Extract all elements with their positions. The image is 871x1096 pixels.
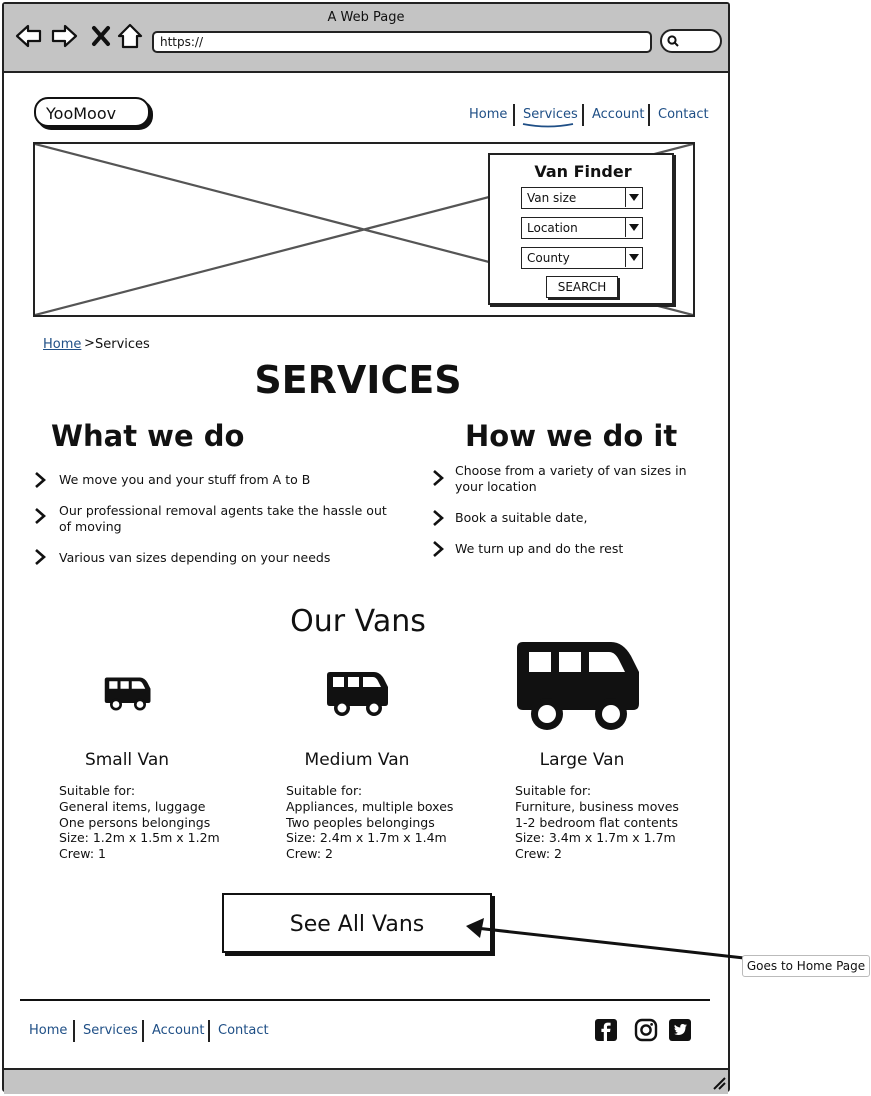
footer-nav-divider — [208, 1020, 210, 1042]
forward-arrow-icon[interactable] — [51, 22, 79, 50]
van-details-small: Suitable for: General items, luggage One… — [59, 783, 220, 862]
what-we-do-heading: What we do — [51, 419, 245, 453]
facebook-icon[interactable] — [594, 1018, 618, 1042]
county-select[interactable]: County — [521, 247, 643, 269]
chevron-right-icon — [433, 541, 444, 557]
footer-nav-home[interactable]: Home — [29, 1023, 67, 1038]
nav-divider — [648, 104, 650, 126]
search-icon — [667, 35, 679, 47]
dropdown-arrow-box — [625, 248, 642, 267]
chevron-down-icon — [629, 224, 639, 231]
van-icon — [327, 672, 388, 716]
home-icon[interactable] — [116, 22, 144, 50]
twitter-icon[interactable] — [668, 1018, 692, 1042]
van-size-select[interactable]: Van size — [521, 187, 643, 209]
nav-contact[interactable]: Contact — [658, 107, 709, 122]
resize-grip-icon[interactable] — [712, 1076, 726, 1090]
annotation-arrow — [466, 918, 745, 960]
list-item: Various van sizes depending on your need… — [59, 550, 331, 565]
list-item: Book a suitable date, — [455, 510, 588, 525]
van-search-button[interactable]: SEARCH — [546, 276, 618, 298]
dropdown-arrow-box — [625, 218, 642, 237]
see-all-vans-button[interactable]: See All Vans — [222, 893, 492, 953]
page-title: SERVICES — [254, 358, 462, 402]
footer-divider — [20, 999, 710, 1001]
how-we-do-it-heading: How we do it — [465, 419, 678, 453]
dropdown-arrow-box — [625, 188, 642, 207]
van-icon — [517, 642, 639, 730]
chevron-right-icon — [35, 549, 46, 565]
chevron-right-icon — [35, 472, 46, 488]
nav-home[interactable]: Home — [469, 107, 507, 122]
browser-status-bar — [4, 1068, 728, 1094]
select-value: Location — [527, 221, 578, 235]
chevron-right-icon — [433, 470, 444, 486]
breadcrumb-current: Services — [95, 337, 150, 352]
van-details-medium: Suitable for: Appliances, multiple boxes… — [286, 783, 454, 862]
list-item: We move you and your stuff from A to B — [59, 472, 311, 487]
nav-divider — [513, 104, 515, 126]
van-finder-panel: Van Finder Van size Location County SEAR… — [488, 153, 674, 305]
select-value: County — [527, 251, 570, 265]
nav-account[interactable]: Account — [592, 107, 645, 122]
footer-nav-divider — [142, 1020, 144, 1042]
location-select[interactable]: Location — [521, 217, 643, 239]
van-icon — [104, 677, 151, 711]
address-bar[interactable]: https:// — [152, 31, 652, 53]
van-name-medium: Medium Van — [304, 750, 410, 770]
nav-active-underline — [522, 123, 574, 128]
footer-nav-services[interactable]: Services — [83, 1023, 138, 1038]
breadcrumb-home-link[interactable]: Home — [43, 337, 81, 352]
footer-nav-contact[interactable]: Contact — [218, 1023, 269, 1038]
list-item: We turn up and do the rest — [455, 541, 624, 556]
stop-icon[interactable] — [88, 22, 116, 50]
chevron-right-icon — [433, 510, 444, 526]
select-value: Van size — [527, 191, 577, 205]
list-item: Our professional removal agents take the… — [59, 503, 387, 534]
annotation-callout: Goes to Home Page — [742, 955, 870, 977]
instagram-icon[interactable] — [634, 1018, 658, 1042]
footer-nav-divider — [73, 1020, 75, 1042]
browser-search-field[interactable] — [660, 29, 722, 53]
nav-divider — [582, 104, 584, 126]
list-item: Choose from a variety of van sizes in yo… — [455, 463, 687, 494]
van-details-large: Suitable for: Furniture, business moves … — [515, 783, 679, 862]
back-arrow-icon[interactable] — [14, 22, 42, 50]
site-logo[interactable]: YooMoov — [34, 97, 150, 127]
breadcrumb-separator: > — [84, 336, 95, 351]
our-vans-heading: Our Vans — [290, 604, 426, 639]
footer-nav-account[interactable]: Account — [152, 1023, 205, 1038]
chevron-right-icon — [35, 508, 46, 524]
chevron-down-icon — [629, 194, 639, 201]
van-name-small: Small Van — [84, 750, 170, 770]
van-finder-title: Van Finder — [534, 162, 632, 181]
van-name-large: Large Van — [539, 750, 625, 770]
nav-services[interactable]: Services — [523, 107, 578, 122]
chevron-down-icon — [629, 254, 639, 261]
